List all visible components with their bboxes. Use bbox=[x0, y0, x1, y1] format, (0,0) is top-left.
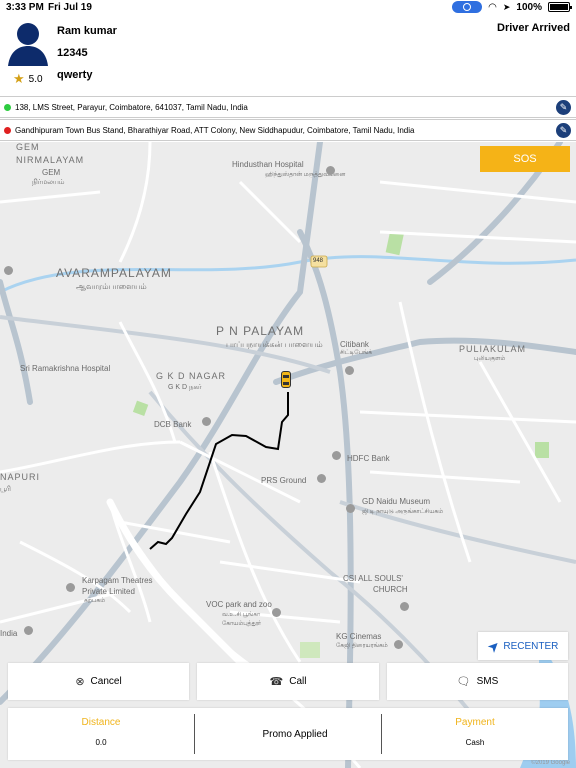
map-label-gem: GEM bbox=[16, 142, 40, 152]
zoo-poi-icon bbox=[272, 608, 281, 617]
recenter-button[interactable]: ➤ RECENTER bbox=[478, 632, 568, 660]
map-label-citibank: Citibank bbox=[340, 340, 369, 349]
bank-poi-icon bbox=[345, 366, 354, 375]
driver-avatar-icon bbox=[8, 23, 48, 66]
map-label-karpagam: Karpagam Theatres bbox=[82, 576, 153, 585]
map-label-gem-ta: GEM bbox=[42, 168, 61, 177]
location-pill-icon bbox=[452, 1, 483, 13]
map-label-india: India bbox=[0, 629, 18, 638]
edit-pickup-pencil-icon[interactable]: ✎ bbox=[556, 100, 571, 115]
call-button[interactable]: ☎ Call bbox=[197, 663, 379, 700]
map-label-voc: VOC park and zoo bbox=[206, 600, 272, 609]
hospital-poi-icon bbox=[326, 166, 335, 175]
map-label-dcb-bank: DCB Bank bbox=[154, 420, 192, 429]
map-label-napuri: NAPURI bbox=[0, 472, 41, 482]
map-label-voc-ta-line2: கோயம்புத்தூர் bbox=[222, 621, 262, 627]
battery-icon bbox=[548, 2, 572, 12]
star-icon: ★ bbox=[13, 71, 25, 86]
poi-icon bbox=[24, 626, 33, 635]
map-label-pn-palayam: P N PALAYAM bbox=[216, 324, 305, 338]
pickup-address-row[interactable]: 138, LMS Street, Parayur, Coimbatore, 64… bbox=[0, 96, 576, 118]
divider bbox=[194, 714, 195, 754]
map-label-karpagam-ta: கற்பகம் bbox=[84, 598, 106, 604]
battery-percent: 100% bbox=[516, 1, 542, 13]
bank-poi-icon bbox=[202, 417, 211, 426]
trip-info-bar: Distance 0.0 Promo Applied Payment Cash bbox=[8, 708, 568, 760]
status-time: 3:33 PM bbox=[6, 2, 44, 13]
map-label-avarampalayam: AVARAMPALAYAM bbox=[56, 266, 172, 280]
map-label-hdfc-bank: HDFC Bank bbox=[347, 454, 390, 463]
map-label-sri-ramakrishna: Sri Ramakrishna Hospital bbox=[20, 364, 111, 373]
map-label-citibank-ta: சிட்டிபேங்க் bbox=[340, 350, 373, 356]
distance-value: 0.0 bbox=[95, 738, 107, 747]
sms-button[interactable]: 🗨 SMS bbox=[387, 663, 568, 700]
driver-id: 12345 bbox=[57, 47, 88, 59]
driver-rating: ★ 5.0 bbox=[13, 71, 43, 87]
poi-icon bbox=[317, 474, 326, 483]
map-label-karpagam-line2: Private Limited bbox=[82, 587, 135, 596]
sms-label: SMS bbox=[476, 676, 499, 687]
driver-header: Ram kumar 12345 qwerty ★ 5.0 Driver Arri… bbox=[0, 16, 576, 96]
map-label-kg-cinemas: KG Cinemas bbox=[336, 632, 382, 641]
pickup-dot-icon bbox=[4, 103, 11, 111]
map-label-puliakulam: PULIAKULAM bbox=[459, 344, 527, 354]
status-bar: 3:33 PM Fri Jul 19 ◠ ➤ 100% bbox=[0, 0, 576, 16]
map-label-kg-cinemas-ta: கேஜி திரையரங்கம் bbox=[336, 643, 388, 649]
map-label-napuri-ta: பூரி bbox=[0, 486, 11, 493]
poi-icon bbox=[4, 266, 13, 275]
cancel-button[interactable]: ⊗ Cancel bbox=[8, 663, 189, 700]
map-label-puliakulam-ta: புலியகுளம் bbox=[474, 356, 506, 362]
map-label-csi: CSI ALL SOULS' bbox=[343, 574, 403, 583]
edit-dropoff-pencil-icon[interactable]: ✎ bbox=[556, 123, 571, 138]
map-label-csi-line2: CHURCH bbox=[373, 585, 408, 594]
distance-label: Distance bbox=[81, 717, 121, 728]
map-label-avarampalayam-ta: ஆவாரம்பாளையம் bbox=[76, 282, 147, 291]
map-label-road-948: 948 bbox=[313, 258, 324, 264]
bank-poi-icon bbox=[332, 451, 341, 460]
church-poi-icon bbox=[400, 602, 409, 611]
status-date: Fri Jul 19 bbox=[48, 2, 92, 13]
call-label: Call bbox=[289, 676, 307, 687]
cinema-poi-icon bbox=[394, 640, 403, 649]
payment-value: Cash bbox=[465, 738, 485, 747]
trip-status: Driver Arrived bbox=[497, 22, 570, 34]
dropoff-address-row[interactable]: Gandhipuram Town Bus Stand, Bharathiyar … bbox=[0, 119, 576, 141]
map-label-voc-ta: வ.உ.சி பூங்கா bbox=[222, 612, 261, 618]
chat-icon: 🗨 bbox=[456, 676, 471, 688]
location-arrow-icon: ➤ bbox=[502, 1, 511, 12]
wifi-icon: ◠ bbox=[488, 1, 497, 13]
rating-value: 5.0 bbox=[28, 73, 43, 85]
map-label-hindusthan: Hindusthan Hospital bbox=[232, 160, 304, 169]
map-label-gkd-nagar-ta: G K D நகர் bbox=[168, 384, 202, 391]
cancel-x-icon: ⊗ bbox=[75, 676, 85, 688]
pickup-address: 138, LMS Street, Parayur, Coimbatore, 64… bbox=[15, 102, 248, 112]
driver-car-icon bbox=[281, 371, 291, 388]
map-label-gd-naidu: GD Naidu Museum bbox=[362, 497, 431, 506]
map-label-gkd-nagar: G K D NAGAR bbox=[156, 371, 227, 381]
cancel-label: Cancel bbox=[90, 676, 122, 687]
museum-poi-icon bbox=[346, 504, 355, 513]
navigation-arrow-icon: ➤ bbox=[483, 635, 503, 656]
driver-name: Ram kumar bbox=[57, 25, 117, 37]
map-label-nirmalayam: NIRMALAYAM bbox=[16, 155, 85, 165]
payment-info: Payment Cash bbox=[382, 708, 568, 760]
recenter-label: RECENTER bbox=[503, 640, 559, 652]
map-label-nirmalayam-ta: நிர்மலயம் bbox=[32, 179, 65, 186]
theatre-poi-icon bbox=[66, 583, 75, 592]
distance-info: Distance 0.0 bbox=[8, 708, 194, 760]
sos-button[interactable]: SOS bbox=[480, 146, 570, 172]
dropoff-dot-icon bbox=[4, 126, 11, 134]
map-label-gd-naidu-ta: ஜி டி நாயுடு அருங்காட்சியகம் bbox=[362, 509, 444, 515]
payment-label: Payment bbox=[455, 717, 495, 728]
map-label-prs-ground: PRS Ground bbox=[261, 476, 307, 485]
google-attribution: ©2019 Google bbox=[531, 760, 570, 766]
vehicle-name: qwerty bbox=[57, 69, 93, 81]
map-label-pn-palayam-ta: பாப்பநாயக்கன் பாளையம் bbox=[226, 340, 323, 349]
dropoff-address: Gandhipuram Town Bus Stand, Bharathiyar … bbox=[15, 125, 415, 135]
phone-icon: ☎ bbox=[269, 676, 284, 688]
promo-status: Promo Applied bbox=[262, 728, 328, 740]
